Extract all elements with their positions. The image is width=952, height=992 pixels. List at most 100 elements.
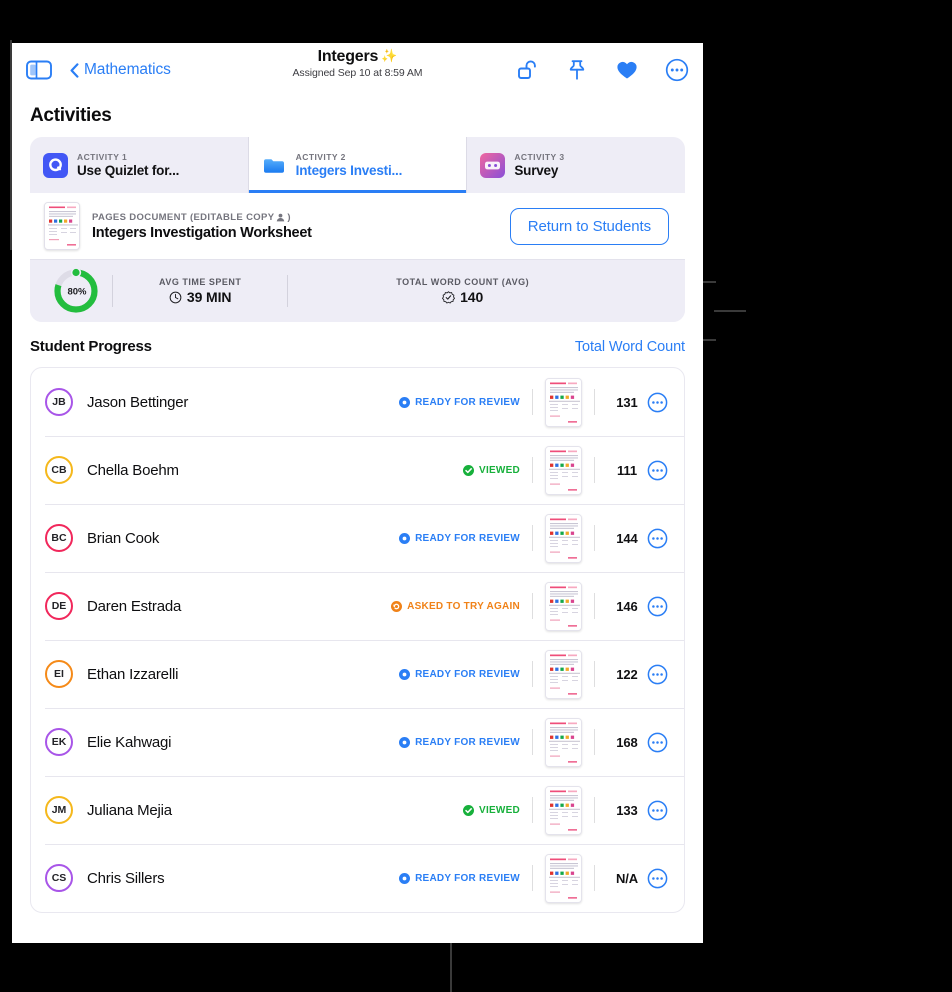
avatar-bc: BC [45, 524, 73, 552]
row-more-icon[interactable] [647, 460, 668, 481]
sidebar-toggle-icon[interactable] [26, 60, 52, 80]
status-badge: READY FOR REVIEW [399, 872, 520, 884]
student-work-thumbnail[interactable] [545, 513, 582, 563]
student-name: Elie Kahwagi [87, 733, 172, 751]
table-row-1[interactable]: JB Jason Bettinger READY FOR REVIEW 131 [31, 368, 684, 436]
row-divider-1 [532, 797, 533, 823]
table-row-7[interactable]: JM Juliana Mejia VIEWED 133 [31, 776, 684, 844]
status-icon [399, 668, 411, 680]
row-divider-1 [532, 389, 533, 415]
avatar-jm: JM [45, 796, 73, 824]
status-icon [399, 872, 411, 884]
avatar-de: DE [45, 592, 73, 620]
stat-avg-time-label: AVG TIME SPENT [158, 277, 242, 287]
back-button[interactable]: Mathematics [70, 61, 171, 79]
status-label: READY FOR REVIEW [415, 872, 520, 884]
status-label: READY FOR REVIEW [415, 396, 520, 408]
student-work-thumbnail[interactable] [545, 853, 582, 903]
avatar-cs: CS [45, 864, 73, 892]
row-divider-1 [532, 525, 533, 551]
table-row-6[interactable]: EK Elie Kahwagi READY FOR REVIEW 168 [31, 708, 684, 776]
worksheet-thumbnail [44, 202, 80, 250]
status-badge: READY FOR REVIEW [399, 396, 520, 408]
total-word-count-link[interactable]: Total Word Count [575, 339, 685, 355]
student-work-thumbnail[interactable] [545, 581, 582, 631]
activity-tab-1-label: Use Quizlet for... [77, 163, 180, 178]
student-progress-list: JB Jason Bettinger READY FOR REVIEW 131 [30, 367, 685, 913]
row-divider-2 [594, 661, 595, 687]
student-work-thumbnail[interactable] [545, 377, 582, 427]
student-work-thumbnail[interactable] [545, 717, 582, 767]
activity-tab-1[interactable]: ACTIVITY 1 Use Quizlet for... [30, 137, 249, 193]
quizlet-icon [43, 152, 68, 178]
activity-card: ACTIVITY 1 Use Quizlet for... ACTIVITY 2… [30, 137, 685, 322]
unlock-icon[interactable] [515, 58, 539, 82]
student-work-thumbnail[interactable] [545, 785, 582, 835]
student-progress-title: Student Progress [30, 338, 152, 355]
nav-actions [515, 58, 689, 82]
student-name: Chris Sillers [87, 869, 165, 887]
student-work-thumbnail[interactable] [545, 445, 582, 495]
chevron-left-icon [70, 62, 79, 78]
stat-avg-time-spent: AVG TIME SPENT 39 MIN [113, 277, 287, 305]
word-count-value: 122 [616, 666, 638, 682]
document-kicker-prefix: PAGES DOCUMENT (EDITABLE COPY [92, 211, 275, 223]
seal-check-icon [442, 290, 456, 303]
row-more-icon[interactable] [647, 596, 668, 617]
avatar-jb: JB [45, 388, 73, 416]
word-count-value: 144 [616, 530, 638, 546]
row-more-icon[interactable] [647, 392, 668, 413]
activities-heading: Activities [30, 105, 112, 126]
activity-tab-1-kicker: ACTIVITY 1 [77, 152, 128, 162]
row-more-icon[interactable] [647, 528, 668, 549]
row-divider-2 [594, 729, 595, 755]
stat-total-word-count: TOTAL WORD COUNT (AVG) 140 [288, 277, 637, 305]
avatar-ek: EK [45, 728, 73, 756]
clock-icon [169, 291, 182, 303]
row-divider-1 [532, 457, 533, 483]
student-name: Juliana Mejia [87, 801, 172, 819]
activity-tabs: ACTIVITY 1 Use Quizlet for... ACTIVITY 2… [30, 137, 685, 193]
row-divider-1 [532, 729, 533, 755]
table-row-5[interactable]: EI Ethan Izzarelli READY FOR REVIEW 122 [31, 640, 684, 708]
row-divider-2 [594, 525, 595, 551]
row-divider-2 [594, 457, 595, 483]
row-divider-2 [594, 797, 595, 823]
row-more-icon[interactable] [647, 800, 668, 821]
table-row-8[interactable]: CS Chris Sillers READY FOR REVIEW N/A [31, 844, 684, 912]
student-name: Daren Estrada [87, 597, 182, 615]
status-badge: READY FOR REVIEW [399, 668, 520, 680]
activity-tab-3[interactable]: ACTIVITY 3 Survey [467, 137, 685, 193]
return-to-students-button[interactable]: Return to Students [509, 207, 669, 245]
top-navigation-bar: Mathematics Integers ✨ Assigned Sep 10 a… [12, 43, 703, 97]
row-more-icon[interactable] [647, 868, 668, 889]
status-label: READY FOR REVIEW [415, 736, 520, 748]
status-label: READY FOR REVIEW [415, 532, 520, 544]
screenshot-canvas: Mathematics Integers ✨ Assigned Sep 10 a… [0, 0, 952, 992]
activity-tab-2-label: Integers Investi... [295, 163, 403, 178]
status-label: READY FOR REVIEW [415, 668, 520, 680]
row-more-icon[interactable] [647, 664, 668, 685]
row-divider-2 [594, 865, 595, 891]
table-row-4[interactable]: DE Daren Estrada ASKED TO TRY AGAIN 146 [31, 572, 684, 640]
table-row-3[interactable]: BC Brian Cook READY FOR REVIEW 144 [31, 504, 684, 572]
status-badge: VIEWED [463, 464, 520, 476]
student-name: Chella Boehm [87, 461, 179, 479]
more-icon[interactable] [665, 58, 689, 82]
activity-tab-3-kicker: ACTIVITY 3 [514, 152, 565, 162]
pin-icon[interactable] [565, 58, 589, 82]
student-work-thumbnail[interactable] [545, 649, 582, 699]
avatar-ei: EI [45, 660, 73, 688]
heart-icon[interactable] [615, 58, 639, 82]
survey-icon [480, 152, 506, 178]
word-count-value: N/A [615, 870, 639, 886]
activity-tab-2[interactable]: ACTIVITY 2 Integers Investi... [248, 137, 468, 193]
row-more-icon[interactable] [647, 732, 668, 753]
table-row-2[interactable]: CB Chella Boehm VIEWED 111 [31, 436, 684, 504]
stats-strip: 80% AVG TIME SPENT 39 MIN TOTAL WORD COU… [30, 260, 685, 322]
status-badge: READY FOR REVIEW [399, 532, 520, 544]
activity-tab-2-kicker: ACTIVITY 2 [295, 152, 346, 162]
row-divider-1 [532, 593, 533, 619]
word-count-value: 111 [617, 462, 637, 478]
row-divider-2 [594, 593, 595, 619]
